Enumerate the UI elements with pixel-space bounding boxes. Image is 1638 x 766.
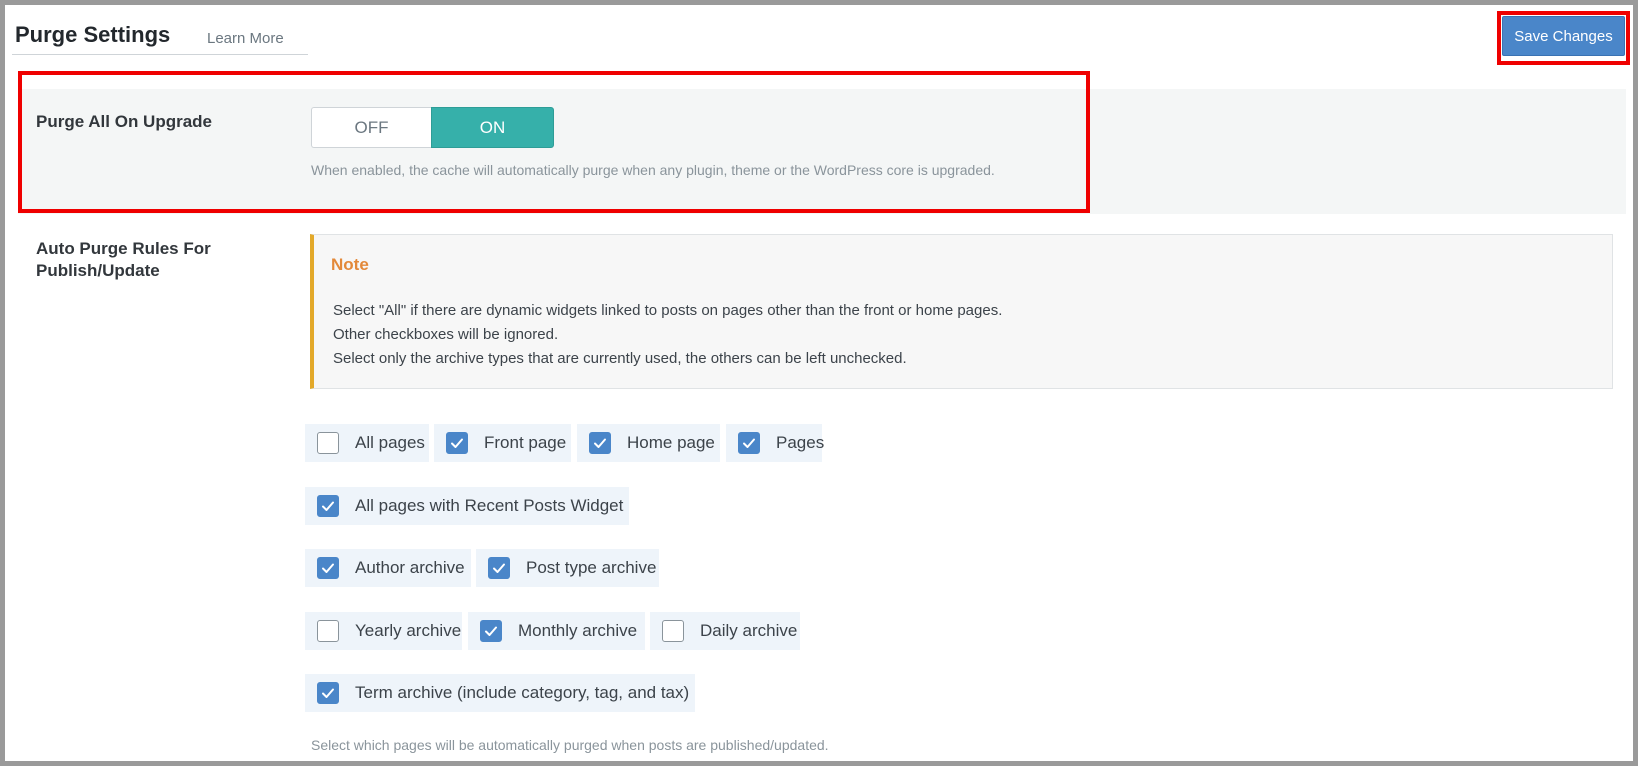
checkbox-label: Term archive (include category, tag, and… <box>355 683 690 702</box>
checkmark-icon[interactable] <box>317 557 339 579</box>
auto-purge-label: Auto Purge Rules For Publish/Update <box>36 238 211 282</box>
checkbox-monthly-archive[interactable]: Monthly archive <box>468 612 645 650</box>
purge-on-upgrade-toggle[interactable]: OFF ON <box>311 107 554 148</box>
checkbox-all-pages[interactable]: All pages <box>305 424 429 462</box>
checkbox-label: Daily archive <box>700 621 798 640</box>
save-changes-button[interactable]: Save Changes <box>1502 16 1625 56</box>
checkbox-label: Home page <box>627 433 715 452</box>
checkbox-daily-archive[interactable]: Daily archive <box>650 612 800 650</box>
learn-more-link[interactable]: Learn More <box>207 30 284 47</box>
checkmark-icon[interactable] <box>446 432 468 454</box>
checkmark-icon[interactable] <box>317 682 339 704</box>
checkmark-icon[interactable] <box>488 557 510 579</box>
checkbox-term-archive[interactable]: Term archive (include category, tag, and… <box>305 674 695 712</box>
note-box: Note Select "All" if there are dynamic w… <box>310 234 1613 389</box>
note-line: Select "All" if there are dynamic widget… <box>333 302 1003 319</box>
checkmark-icon[interactable] <box>589 432 611 454</box>
note-line: Select only the archive types that are c… <box>333 350 907 367</box>
checkbox-label: Author archive <box>355 558 465 577</box>
checkbox-home-page[interactable]: Home page <box>577 424 720 462</box>
purge-on-upgrade-label: Purge All On Upgrade <box>36 112 213 131</box>
toggle-on-option[interactable]: ON <box>431 107 554 148</box>
checkbox-icon[interactable] <box>662 620 684 642</box>
note-title: Note <box>331 255 369 274</box>
purge-on-upgrade-description: When enabled, the cache will automatical… <box>311 162 995 178</box>
note-text: Select "All" if there are dynamic widget… <box>333 299 1002 371</box>
checkbox-recent-posts-widget[interactable]: All pages with Recent Posts Widget <box>305 487 629 525</box>
checkbox-post-type-archive[interactable]: Post type archive <box>476 549 659 587</box>
checkmark-icon[interactable] <box>317 495 339 517</box>
checkbox-label: Pages <box>776 433 825 452</box>
page-title: Purge Settings <box>15 22 171 47</box>
checkbox-author-archive[interactable]: Author archive <box>305 549 471 587</box>
checkbox-label: Post type archive <box>526 558 657 577</box>
checkbox-yearly-archive[interactable]: Yearly archive <box>305 612 462 650</box>
checkbox-label: Yearly archive <box>355 621 462 640</box>
checkbox-pages[interactable]: Pages <box>726 424 824 462</box>
checkbox-label: All pages with Recent Posts Widget <box>355 496 624 515</box>
auto-purge-label-line1: Auto Purge Rules For <box>36 239 211 258</box>
checkmark-icon[interactable] <box>480 620 502 642</box>
toggle-off-option[interactable]: OFF <box>311 107 431 148</box>
note-line: Other checkboxes will be ignored. <box>333 326 559 343</box>
checkbox-icon[interactable] <box>317 432 339 454</box>
auto-purge-label-line2: Publish/Update <box>36 261 160 280</box>
checkbox-label: All pages <box>355 433 425 452</box>
checkbox-front-page[interactable]: Front page <box>434 424 571 462</box>
auto-purge-description: Select which pages will be automatically… <box>311 737 829 753</box>
settings-header: Purge Settings Learn More <box>12 18 308 55</box>
checkbox-label: Front page <box>484 433 567 452</box>
checkmark-icon[interactable] <box>738 432 760 454</box>
purge-on-upgrade-row <box>18 89 1626 214</box>
checkbox-icon[interactable] <box>317 620 339 642</box>
checkbox-label: Monthly archive <box>518 621 638 640</box>
